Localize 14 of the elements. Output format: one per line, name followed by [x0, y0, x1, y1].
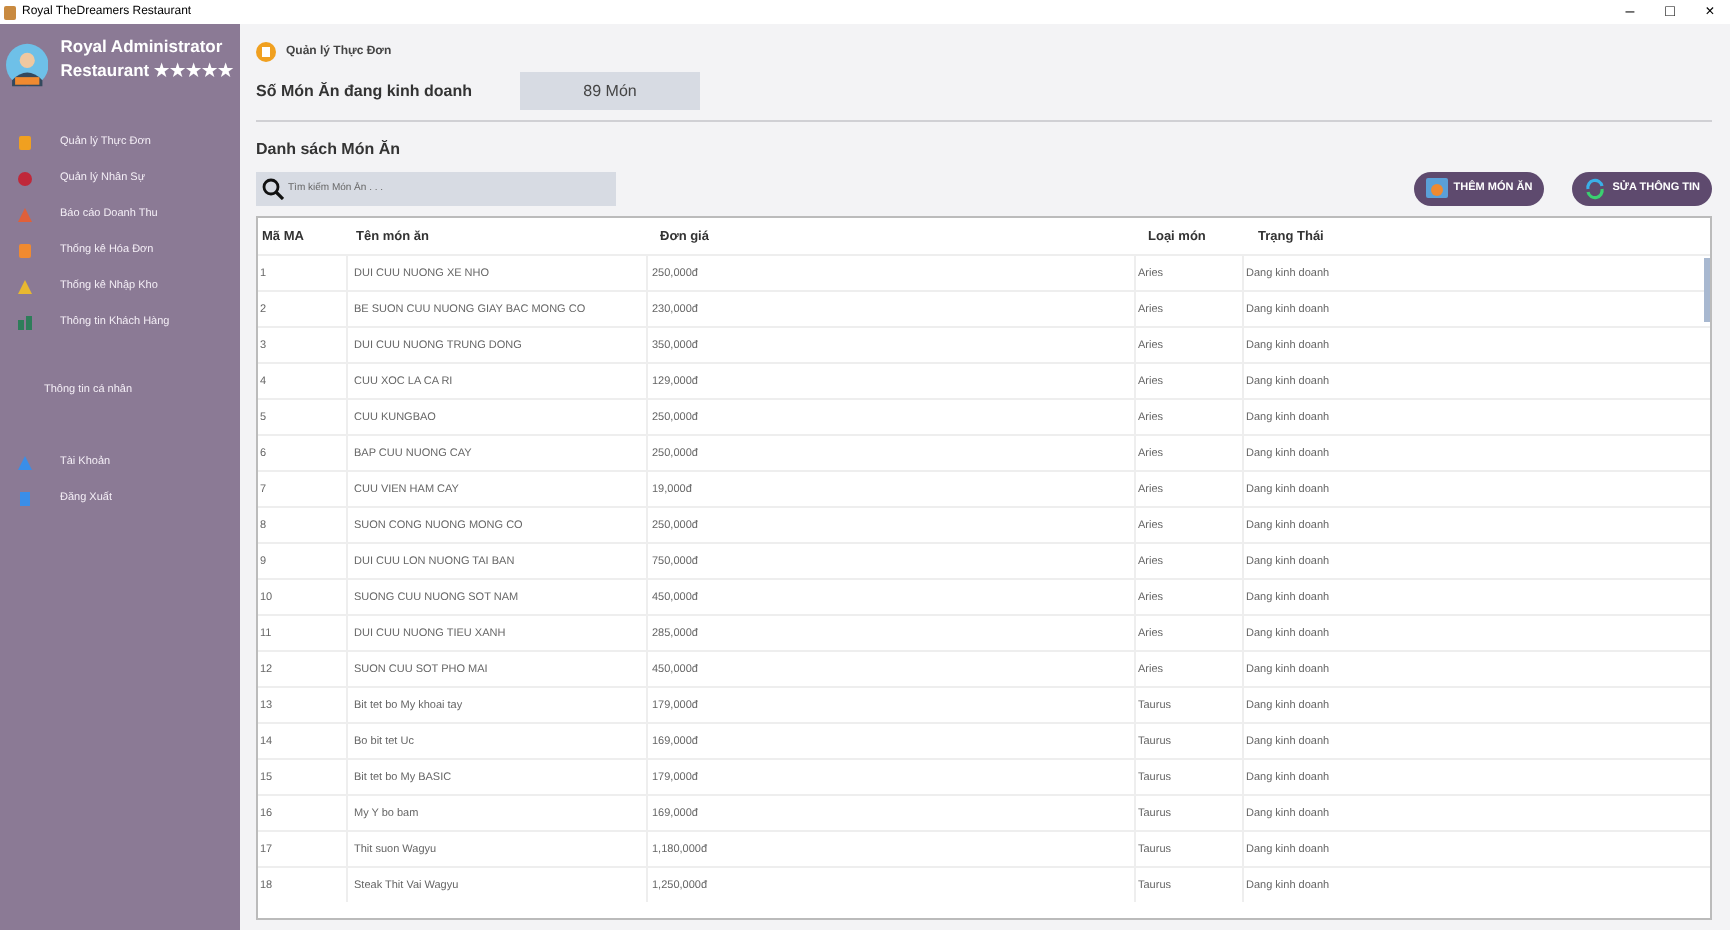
list-title: Danh sách Món Ăn	[256, 140, 403, 162]
restaurant-subtitle: Restaurant ★★★★★	[60, 58, 234, 82]
summary-label: Số Món Ăn đang kinh doanh	[256, 81, 474, 99]
window-control-button[interactable]: –	[1610, 2, 1650, 22]
dish-count-display: 89 Món	[520, 71, 700, 109]
app-icon	[4, 5, 16, 19]
window-control-button[interactable]: □	[1650, 2, 1690, 22]
food-icon	[1425, 178, 1448, 198]
menu-book-icon	[256, 42, 276, 62]
refresh-icon	[1584, 177, 1607, 199]
window-control-button[interactable]: ×	[1690, 2, 1730, 22]
admin-title: Royal Administrator	[60, 34, 225, 58]
scrollbar-thumb[interactable]	[1704, 258, 1710, 322]
avatar-icon	[6, 38, 49, 92]
